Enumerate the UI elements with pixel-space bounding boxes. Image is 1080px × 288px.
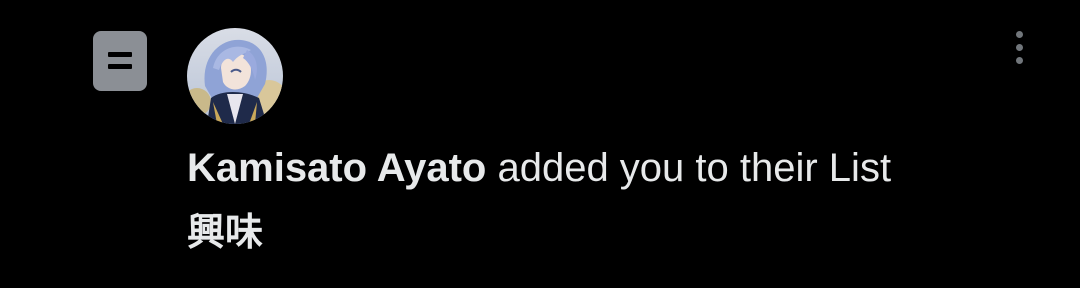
list-icon	[93, 31, 147, 91]
more-options-button[interactable]	[1004, 28, 1036, 72]
list-notification[interactable]: Kamisato Ayato added you to their List 興…	[0, 0, 1080, 288]
avatar-image	[187, 28, 283, 124]
notification-message: Kamisato Ayato added you to their List	[187, 140, 1047, 196]
list-name-link[interactable]: 興味	[187, 204, 263, 260]
user-name-link[interactable]: Kamisato Ayato	[187, 146, 486, 190]
avatar[interactable]	[187, 28, 283, 124]
action-text: added you to their List	[486, 146, 892, 190]
